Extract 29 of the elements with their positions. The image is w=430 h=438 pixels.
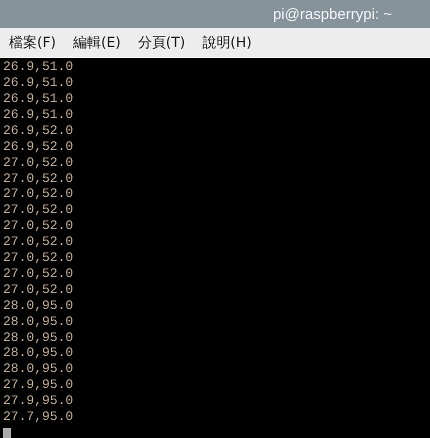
terminal-line: 26.9,51.0 (3, 59, 74, 76)
terminal-line: 26.9,51.0 (3, 106, 74, 123)
terminal-line: 28.0,95.0 (3, 314, 74, 330)
terminal-line: 27.9,95.0 (3, 377, 74, 394)
terminal-line: 27.0,52.0 (3, 154, 74, 170)
cursor-block (3, 428, 11, 438)
terminal-line: 27.0,52.0 (3, 234, 74, 250)
window-title: pi@raspberrypi: ~ (272, 6, 392, 23)
terminal-line: 27.0,52.0 (3, 186, 74, 202)
menu-item[interactable]: 分頁(T) (138, 34, 186, 52)
terminal-line: 26.9,52.0 (3, 138, 74, 155)
terminal-line: 27.0,52.0 (3, 266, 74, 282)
terminal-line: 28.0,95.0 (3, 330, 74, 346)
terminal-line: 28.0,95.0 (3, 361, 74, 378)
terminal-line: 27.7,95.0 (3, 409, 74, 425)
terminal-line: 27.0,52.0 (3, 282, 74, 298)
terminal-line: 28.0,95.0 (3, 345, 74, 362)
terminal-line: 27.0,52.0 (3, 218, 74, 234)
menu-item[interactable]: 說明(H) (202, 34, 252, 52)
terminal-line: 28.0,95.0 (3, 298, 74, 314)
terminal-line: 27.0,52.0 (3, 250, 74, 266)
menu-item[interactable]: 檔案(F) (9, 34, 56, 52)
terminal-line: 26.9,52.0 (3, 122, 74, 139)
terminal-line: 27.9,95.0 (3, 393, 74, 410)
menu-item[interactable]: 編輯(E) (72, 34, 121, 52)
terminal-line: 27.0,52.0 (3, 170, 74, 186)
terminal-line: 27.0,52.0 (3, 202, 74, 218)
terminal-line: 26.9,51.0 (3, 75, 74, 91)
terminal-line: 26.9,51.0 (3, 90, 74, 107)
